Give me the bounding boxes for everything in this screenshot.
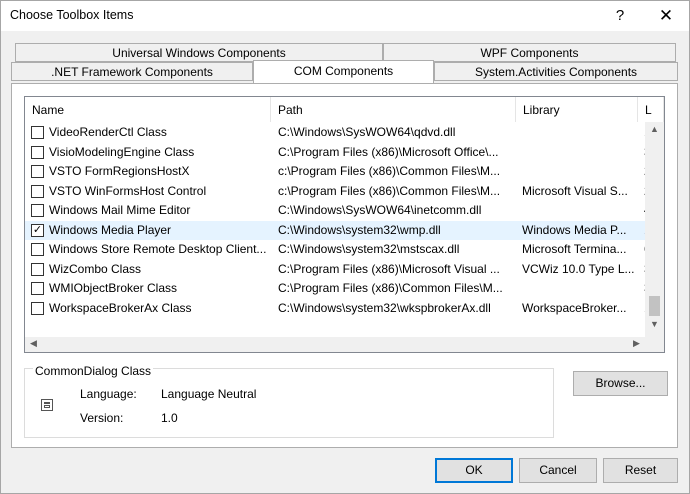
language-label: Language: bbox=[80, 387, 137, 401]
cell-name: WMIObjectBroker Class bbox=[49, 281, 178, 295]
cell-library bbox=[522, 162, 634, 181]
scroll-right-icon[interactable]: ▶ bbox=[628, 338, 645, 349]
cell-path: C:\Program Files (x86)\Microsoft Visual … bbox=[278, 261, 500, 276]
details-group bbox=[24, 368, 554, 438]
vertical-scrollbar[interactable]: ▲ ▼ bbox=[645, 122, 664, 337]
tab-system-activities[interactable]: System.Activities Components bbox=[434, 62, 678, 81]
row-checkbox[interactable] bbox=[31, 184, 44, 198]
cell-path: C:\Windows\SysWOW64\qdvd.dll bbox=[278, 125, 456, 139]
tab-com-components[interactable]: COM Components bbox=[253, 60, 434, 83]
cell-path: c:\Program Files (x86)\Common Files\M... bbox=[278, 183, 501, 198]
cell-path: c:\Program Files (x86)\Common Files\M... bbox=[278, 164, 501, 178]
ok-button[interactable]: OK bbox=[435, 458, 513, 483]
tab-net-framework[interactable]: .NET Framework Components bbox=[11, 62, 253, 81]
cell-path: C:\Windows\system32\wkspbrokerAx.dll bbox=[278, 300, 491, 315]
table-row[interactable]: WizCombo Class C:\Program Files (x86)\Mic… bbox=[25, 260, 651, 280]
component-icon bbox=[41, 399, 53, 411]
cell-path: C:\Windows\system32\wmp.dll bbox=[278, 222, 441, 237]
table-row[interactable]: VideoRenderCtl Class C:\Windows\SysWOW64\… bbox=[25, 123, 651, 143]
cell-name: VisioModelingEngine Class bbox=[49, 144, 195, 159]
row-checkbox[interactable] bbox=[31, 243, 44, 256]
scrollbar-corner bbox=[645, 337, 664, 352]
cell-library bbox=[522, 279, 634, 298]
help-button[interactable]: ? bbox=[597, 1, 643, 31]
language-value: Language Neutral bbox=[161, 387, 257, 401]
close-button[interactable]: ✕ bbox=[643, 1, 689, 31]
cell-library: VCWiz 10.0 Type L... bbox=[522, 261, 634, 276]
version-value: 1.0 bbox=[161, 411, 178, 425]
row-checkbox[interactable] bbox=[31, 145, 44, 159]
row-checkbox[interactable] bbox=[31, 126, 44, 139]
cell-name: Windows Store Remote Desktop Client... bbox=[49, 242, 267, 256]
cancel-button[interactable]: Cancel bbox=[519, 458, 597, 483]
title-bar: Choose Toolbox Items ? ✕ bbox=[1, 1, 689, 31]
cell-library: Microsoft Termina... bbox=[522, 242, 627, 256]
vertical-scroll-thumb[interactable] bbox=[649, 296, 660, 316]
column-header-l[interactable]: L bbox=[638, 97, 664, 122]
table-row[interactable]: Windows Store Remote Desktop Client... C:… bbox=[25, 240, 651, 260]
cell-name: WorkspaceBrokerAx Class bbox=[49, 300, 192, 315]
table-row[interactable]: VisioModelingEngine Class C:\Program File… bbox=[25, 143, 651, 163]
column-header-library[interactable]: Library bbox=[516, 97, 638, 122]
scroll-up-icon[interactable]: ▲ bbox=[646, 124, 663, 134]
cell-name: Windows Media Player bbox=[49, 222, 172, 237]
cell-library: WorkspaceBroker... bbox=[522, 300, 627, 315]
scroll-left-icon[interactable]: ◀ bbox=[25, 338, 42, 349]
version-label: Version: bbox=[80, 411, 124, 425]
cell-name: VSTO FormRegionsHostX bbox=[49, 164, 190, 178]
table-row[interactable]: WMIObjectBroker Class C:\Program Files (x… bbox=[25, 279, 651, 299]
selected-component-title: CommonDialog Class bbox=[33, 364, 154, 378]
table-row[interactable]: WorkspaceBrokerAx Class C:\Windows\system… bbox=[25, 299, 651, 319]
cell-name: Windows Mail Mime Editor bbox=[49, 203, 191, 217]
cell-name: WizCombo Class bbox=[49, 261, 142, 276]
cell-name: VSTO WinFormsHost Control bbox=[49, 183, 207, 198]
table-row[interactable]: ✓ Windows Media Player C:\Windows\system32… bbox=[25, 220, 651, 240]
cell-name: VideoRenderCtl Class bbox=[49, 125, 167, 139]
components-list[interactable]: Name Path Library L VideoRenderCtl Class… bbox=[24, 96, 665, 353]
cell-library: Windows Media P... bbox=[522, 222, 627, 237]
table-row[interactable]: Windows Mail Mime Editor C:\Windows\SysWO… bbox=[25, 201, 651, 221]
cell-library bbox=[522, 143, 634, 162]
column-header-path[interactable]: Path bbox=[271, 97, 516, 122]
column-header-name[interactable]: Name bbox=[25, 97, 271, 122]
cell-library: Microsoft Visual S... bbox=[522, 183, 628, 198]
table-row[interactable]: VSTO WinFormsHost Control c:\Program File… bbox=[25, 182, 651, 202]
row-checkbox[interactable] bbox=[31, 204, 44, 217]
row-checkbox[interactable] bbox=[31, 262, 44, 276]
cell-path: C:\Program Files (x86)\Microsoft Office\… bbox=[278, 144, 499, 159]
row-checkbox[interactable] bbox=[31, 282, 44, 295]
scroll-down-icon[interactable]: ▼ bbox=[646, 319, 663, 329]
cell-library bbox=[522, 201, 634, 220]
dialog-title: Choose Toolbox Items bbox=[10, 8, 134, 22]
reset-button[interactable]: Reset bbox=[603, 458, 678, 483]
horizontal-scrollbar[interactable]: ◀ ▶ bbox=[25, 337, 645, 352]
row-checkbox[interactable] bbox=[31, 165, 44, 178]
row-checkbox[interactable]: ✓ bbox=[31, 223, 44, 237]
row-checkbox[interactable] bbox=[31, 301, 44, 315]
cell-path: C:\Program Files (x86)\Common Files\M... bbox=[278, 281, 503, 295]
cell-path: C:\Windows\system32\mstscax.dll bbox=[278, 242, 460, 256]
cell-library bbox=[522, 123, 634, 142]
browse-button[interactable]: Browse... bbox=[573, 371, 668, 396]
list-header: Name Path Library L bbox=[25, 97, 664, 122]
cell-path: C:\Windows\SysWOW64\inetcomm.dll bbox=[278, 203, 482, 217]
table-row[interactable]: VSTO FormRegionsHostX c:\Program Files (x… bbox=[25, 162, 651, 182]
